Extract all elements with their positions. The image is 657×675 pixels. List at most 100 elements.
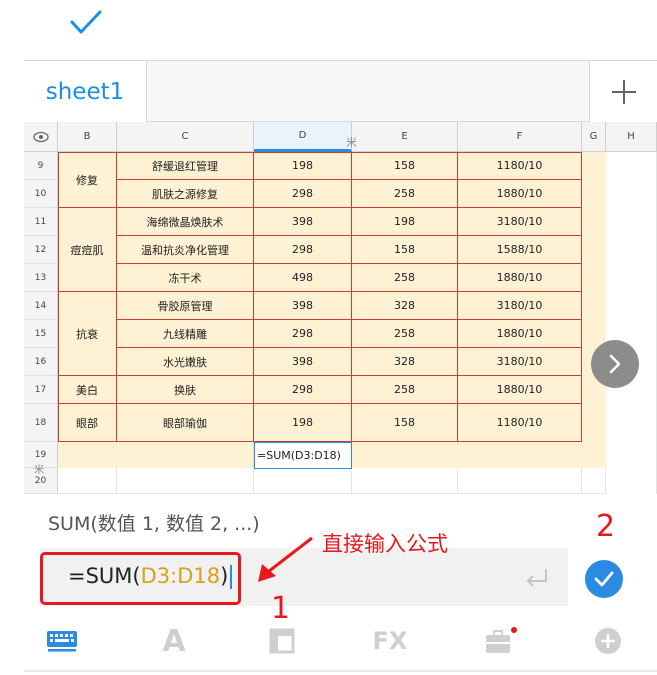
tab-sheet1[interactable]: sheet1: [24, 61, 147, 122]
check-icon: [594, 571, 614, 587]
value-cell-d[interactable]: 398: [254, 208, 352, 236]
column-h-cells[interactable]: [606, 152, 657, 494]
add-button[interactable]: [588, 623, 628, 659]
value-cell-d[interactable]: 298: [254, 376, 352, 404]
item-cell[interactable]: 眼部瑜伽: [117, 404, 254, 442]
selected-cell-d19[interactable]: =SUM(D3:D18): [254, 442, 352, 469]
value-cell-d[interactable]: 198: [254, 404, 352, 442]
column-header-d[interactable]: D: [254, 122, 352, 152]
empty-cell[interactable]: [117, 468, 254, 494]
value-cell-f[interactable]: 3180/10: [458, 292, 582, 320]
value-cell-e[interactable]: 258: [352, 376, 458, 404]
row-header[interactable]: 13: [24, 264, 58, 292]
value-cell-e[interactable]: 258: [352, 264, 458, 292]
category-cell[interactable]: 美白: [58, 376, 117, 404]
annotation-step-2: 2: [596, 509, 616, 544]
bottom-divider: [24, 670, 657, 672]
value-cell-d[interactable]: 398: [254, 348, 352, 376]
column-header-h[interactable]: H: [606, 122, 657, 152]
keyboard-icon: [47, 631, 77, 652]
row-resize-mark[interactable]: 米: [34, 461, 44, 476]
enter-icon[interactable]: [522, 566, 552, 590]
value-cell-e[interactable]: 158: [352, 152, 458, 180]
scroll-right-button[interactable]: [591, 340, 639, 388]
category-cell[interactable]: 抗衰: [58, 292, 117, 376]
value-cell-d[interactable]: 298: [254, 180, 352, 208]
empty-cell[interactable]: [352, 442, 582, 468]
category-cell[interactable]: 修复: [58, 152, 117, 208]
column-header-b[interactable]: B: [58, 122, 117, 152]
value-cell-d[interactable]: 198: [254, 152, 352, 180]
column-header-e[interactable]: E: [352, 122, 458, 152]
empty-cell[interactable]: [458, 468, 582, 494]
empty-cell[interactable]: [58, 468, 117, 494]
fx-icon[interactable]: FX: [368, 623, 412, 659]
formula-suffix: ): [220, 564, 229, 588]
item-cell[interactable]: 冻干术: [117, 264, 254, 292]
value-cell-f[interactable]: 1880/10: [458, 180, 582, 208]
spreadsheet-grid[interactable]: B C D E F G H 米 9 10 11 12 13 14 15 16 1…: [24, 122, 657, 494]
row-header[interactable]: 15: [24, 320, 58, 348]
empty-cell[interactable]: [254, 468, 352, 494]
value-cell-f[interactable]: 1880/10: [458, 376, 582, 404]
done-check-icon[interactable]: [66, 4, 106, 40]
format-icon[interactable]: A: [152, 623, 196, 659]
value-cell-e[interactable]: 198: [352, 208, 458, 236]
row-header[interactable]: 18: [24, 404, 58, 442]
value-cell-e[interactable]: 258: [352, 320, 458, 348]
item-cell[interactable]: 海绵微晶焕肤术: [117, 208, 254, 236]
empty-cell[interactable]: [582, 468, 606, 494]
empty-cell[interactable]: [352, 468, 458, 494]
item-cell[interactable]: 肌肤之源修复: [117, 180, 254, 208]
column-resize-mark[interactable]: 米: [346, 134, 357, 150]
value-cell-d[interactable]: 498: [254, 264, 352, 292]
category-cell[interactable]: 眼部: [58, 404, 117, 442]
formula-reference: D3:D18: [140, 564, 221, 588]
value-cell-d[interactable]: 398: [254, 292, 352, 320]
row-header[interactable]: 17: [24, 376, 58, 404]
value-cell-f[interactable]: 1880/10: [458, 320, 582, 348]
value-cell-d[interactable]: 298: [254, 236, 352, 264]
item-cell[interactable]: 水光嫩肤: [117, 348, 254, 376]
row-header[interactable]: 10: [24, 180, 58, 208]
formula-text[interactable]: =SUM(D3:D18): [68, 564, 233, 589]
add-sheet-button[interactable]: [589, 61, 657, 122]
value-cell-e[interactable]: 158: [352, 404, 458, 442]
value-cell-e[interactable]: 328: [352, 292, 458, 320]
category-cell[interactable]: 痘痘肌: [58, 208, 117, 292]
notification-badge: [511, 627, 517, 633]
toolbox-button[interactable]: [480, 623, 520, 659]
value-cell-f[interactable]: 1180/10: [458, 152, 582, 180]
row-header[interactable]: 11: [24, 208, 58, 236]
column-header-g[interactable]: G: [582, 122, 606, 152]
row-header[interactable]: 12: [24, 236, 58, 264]
layout-button[interactable]: [262, 623, 302, 659]
value-cell-d[interactable]: 298: [254, 320, 352, 348]
empty-cell[interactable]: [58, 442, 254, 468]
item-cell[interactable]: 舒缓退红管理: [117, 152, 254, 180]
value-cell-f[interactable]: 3180/10: [458, 208, 582, 236]
column-g-fill[interactable]: [582, 152, 606, 468]
value-cell-f[interactable]: 1180/10: [458, 404, 582, 442]
visibility-toggle[interactable]: [24, 122, 58, 152]
row-header[interactable]: 14: [24, 292, 58, 320]
item-cell[interactable]: 骨胶原管理: [117, 292, 254, 320]
column-header-c[interactable]: C: [117, 122, 254, 152]
annotation-arrow: [258, 536, 313, 582]
value-cell-f[interactable]: 3180/10: [458, 348, 582, 376]
item-cell[interactable]: 温和抗炎净化管理: [117, 236, 254, 264]
row-header[interactable]: 9: [24, 152, 58, 180]
item-cell[interactable]: 换肤: [117, 376, 254, 404]
confirm-formula-button[interactable]: [585, 560, 623, 598]
item-cell[interactable]: 九线精雕: [117, 320, 254, 348]
value-cell-f[interactable]: 1880/10: [458, 264, 582, 292]
value-cell-e[interactable]: 258: [352, 180, 458, 208]
keyboard-button[interactable]: [42, 623, 82, 659]
eye-icon: [32, 131, 49, 142]
row-header[interactable]: 16: [24, 348, 58, 376]
value-cell-f[interactable]: 1588/10: [458, 236, 582, 264]
value-cell-e[interactable]: 158: [352, 236, 458, 264]
layout-icon: [269, 628, 295, 654]
column-header-f[interactable]: F: [458, 122, 582, 152]
value-cell-e[interactable]: 328: [352, 348, 458, 376]
